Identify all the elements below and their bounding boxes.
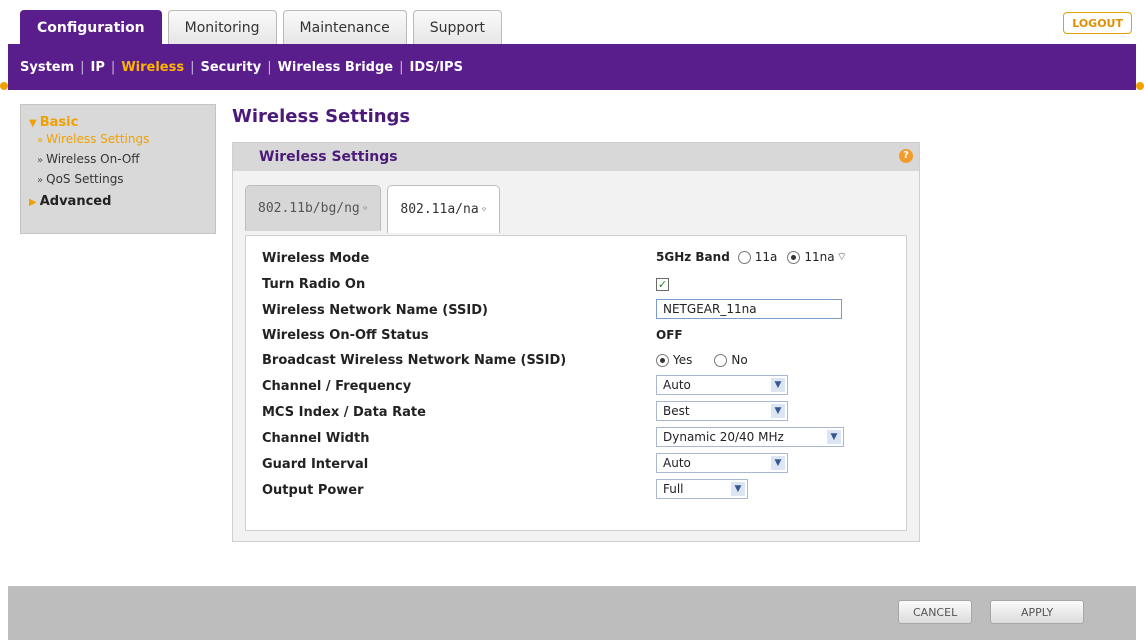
mode-11a-radio[interactable] (737, 250, 751, 264)
tab-maintenance[interactable]: Maintenance (282, 10, 407, 44)
apply-button[interactable]: APPLY (990, 600, 1085, 624)
menu-wireless-on-off[interactable]: » Wireless On-Off (29, 150, 207, 170)
mode-11a-label: 11a (754, 250, 778, 264)
broadcast-yes-label: Yes (673, 353, 693, 367)
mode-11na-label: 11na (804, 250, 835, 264)
tab-support[interactable]: Support (412, 10, 503, 44)
settings-panel: Wireless Settings ? 802.11b/bg/ng ⌔ 802.1… (232, 142, 920, 542)
panel-title: Wireless Settings (259, 149, 398, 165)
radio-on-checkbox[interactable]: ✓ (656, 277, 669, 291)
logout-button[interactable]: LOGOUT (1063, 12, 1132, 34)
wifi-icon: ⌔ (480, 203, 488, 216)
wireless-mode-label: Wireless Mode (262, 250, 370, 266)
broadcast-ssid-label: Broadcast Wireless Network Name (SSID) (262, 352, 567, 368)
band-label: 5GHz Band (656, 250, 730, 264)
output-power-label: Output Power (262, 482, 364, 498)
corner-accent-icon (1136, 82, 1144, 90)
mcs-label: MCS Index / Data Rate (262, 404, 426, 420)
footer-bar: CANCEL APPLY (8, 586, 1136, 640)
chevron-down-icon: ▼ (731, 482, 745, 496)
broadcast-yes-radio[interactable] (656, 353, 669, 367)
top-tab-bar: Configuration Monitoring Maintenance Sup… (0, 0, 1144, 46)
chevron-right-icon: » (37, 175, 44, 186)
tab-monitoring[interactable]: Monitoring (167, 10, 277, 44)
chevron-down-icon: ▼ (827, 430, 841, 444)
guard-interval-select[interactable]: Auto ▼ (656, 453, 788, 473)
guard-interval-label: Guard Interval (262, 456, 369, 472)
page-title: Wireless Settings (232, 106, 411, 127)
ssid-input[interactable]: NETGEAR_11na (656, 299, 842, 319)
channel-label: Channel / Frequency (262, 378, 412, 394)
subnav-ids-ips[interactable]: IDS/IPS (403, 60, 468, 75)
menu-basic[interactable]: ▼ Basic (29, 115, 207, 130)
channel-width-label: Channel Width (262, 430, 370, 446)
output-power-select[interactable]: Full ▼ (656, 479, 748, 499)
corner-accent-icon (0, 82, 8, 90)
tab-802-11ana[interactable]: 802.11a/na ⌔ (387, 185, 501, 233)
chevron-down-icon: ▼ (771, 456, 785, 470)
broadcast-no-label: No (731, 353, 748, 367)
broadcast-no-radio[interactable] (714, 353, 728, 367)
panel-header: Wireless Settings ? (233, 143, 919, 171)
onoff-status-value: OFF (656, 328, 683, 342)
mode-11na-radio[interactable] (787, 250, 801, 264)
tab-802-11bgng[interactable]: 802.11b/bg/ng ⌔ (245, 185, 382, 231)
radio-on-label: Turn Radio On (262, 276, 366, 292)
subnav-ip[interactable]: IP (85, 60, 111, 75)
menu-qos-settings[interactable]: » QoS Settings (29, 170, 207, 190)
sub-nav-bar: System | IP | Wireless | Security | Wire… (8, 44, 1136, 90)
mcs-select[interactable]: Best ▼ (656, 401, 788, 421)
tab-configuration[interactable]: Configuration (20, 10, 162, 44)
collapse-arrow-icon: ▶ (29, 197, 37, 208)
onoff-status-label: Wireless On-Off Status (262, 327, 429, 343)
chevron-right-icon: » (37, 155, 44, 166)
expand-arrow-icon: ▼ (29, 118, 37, 129)
help-icon[interactable]: ? (899, 149, 913, 163)
broadcast-ssid-options: Yes No (656, 349, 748, 371)
chevron-down-icon: ▼ (771, 378, 785, 392)
chevron-down-icon: ▼ (771, 404, 785, 418)
menu-wireless-settings[interactable]: » Wireless Settings (29, 130, 207, 150)
subnav-wireless[interactable]: Wireless (115, 60, 190, 75)
channel-width-select[interactable]: Dynamic 20/40 MHz ▼ (656, 427, 844, 447)
band-selector: 5GHz Band 11a 11na ⌔ (656, 246, 847, 268)
channel-select[interactable]: Auto ▼ (656, 375, 788, 395)
subnav-system[interactable]: System (14, 60, 80, 75)
subnav-wireless-bridge[interactable]: Wireless Bridge (272, 60, 400, 75)
ssid-label: Wireless Network Name (SSID) (262, 302, 488, 318)
subnav-security[interactable]: Security (194, 60, 267, 75)
wireless-form: Wireless Mode 5GHz Band 11a 11na ⌔ Turn … (245, 235, 907, 531)
left-menu: ▼ Basic » Wireless Settings » Wireless On-O… (20, 104, 216, 234)
menu-advanced[interactable]: ▶ Advanced (29, 194, 207, 209)
chevron-right-icon: » (37, 135, 44, 146)
wifi-icon: ⌔ (361, 202, 369, 215)
cancel-button[interactable]: CANCEL (898, 600, 973, 624)
wifi-icon: ⌔ (836, 250, 847, 263)
